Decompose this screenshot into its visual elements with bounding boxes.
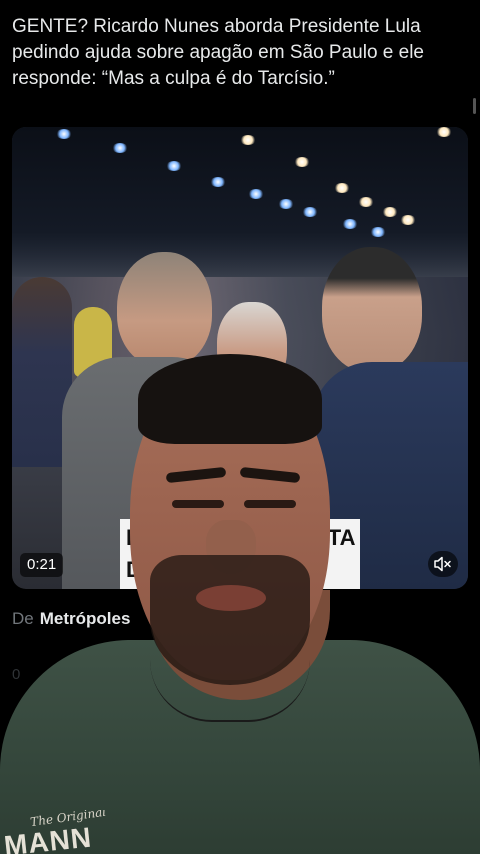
stage-light [278, 199, 294, 209]
stage-light [358, 197, 374, 207]
stage-light [294, 157, 310, 167]
stage-light [302, 207, 318, 217]
stage-light [56, 129, 72, 139]
stage-light [382, 207, 398, 217]
presenter-mouth [196, 585, 266, 611]
stage-light [166, 161, 182, 171]
stage-light [112, 143, 128, 153]
presenter-hair [138, 354, 322, 444]
shirt-print: The Original MANN [0, 810, 150, 854]
stage-light [400, 215, 416, 225]
screen: GENTE? Ricardo Nunes aborda Presidente L… [0, 0, 480, 854]
stage-light [342, 219, 358, 229]
post-text: GENTE? Ricardo Nunes aborda Presidente L… [12, 16, 424, 89]
stage-light [436, 127, 452, 137]
stage-light [210, 177, 226, 187]
stage-light [334, 183, 350, 193]
presenter-overlay [0, 340, 480, 854]
presenter-eye [244, 500, 296, 508]
presenter-eye [172, 500, 224, 508]
scroll-indicator [473, 98, 476, 114]
stage-light [248, 189, 264, 199]
stage-light [370, 227, 386, 237]
shirt-print-block: MANN [2, 821, 94, 854]
stage-light [240, 135, 256, 145]
